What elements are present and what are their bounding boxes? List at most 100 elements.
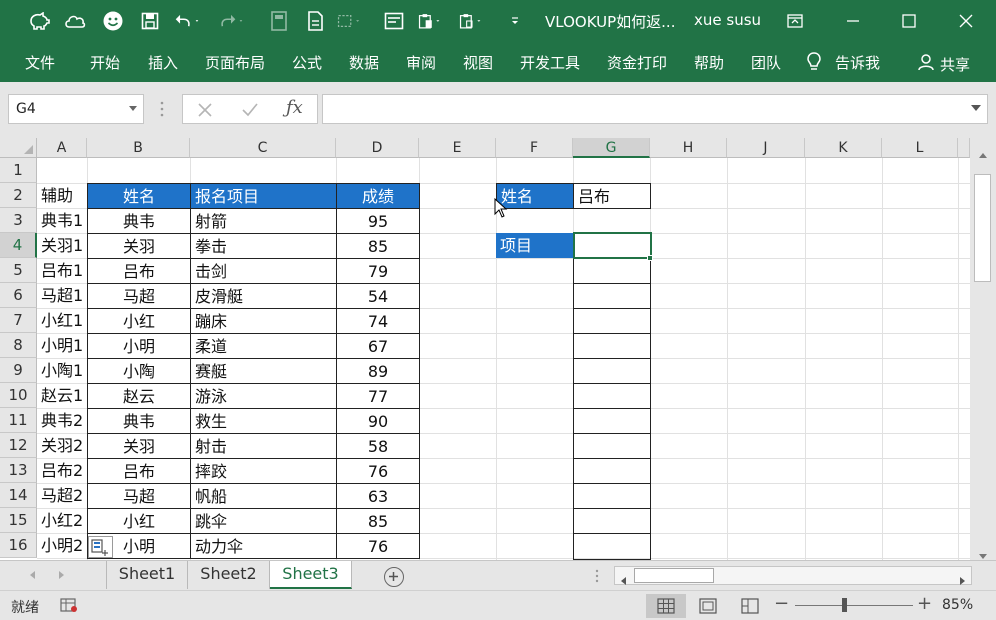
cell-name[interactable]: 吕布: [87, 258, 191, 284]
paste-special-icon[interactable]: [459, 8, 485, 34]
cell-score[interactable]: 89: [336, 358, 420, 384]
horizontal-scrollbar[interactable]: [614, 566, 972, 585]
maximize-icon[interactable]: [894, 6, 924, 36]
paste-icon[interactable]: [418, 8, 444, 34]
cell-score[interactable]: 76: [336, 458, 420, 484]
cell-score[interactable]: 74: [336, 308, 420, 334]
cell-name[interactable]: 吕布: [87, 458, 191, 484]
select-all-corner[interactable]: [0, 138, 37, 158]
lightbulb-icon[interactable]: [806, 52, 822, 76]
normal-view-button[interactable]: [646, 594, 686, 618]
cell-helper[interactable]: 小红2: [37, 508, 87, 533]
row-header-2[interactable]: 2: [0, 183, 37, 208]
cell-name[interactable]: 关羽: [87, 233, 191, 259]
scroll-right-icon[interactable]: [959, 571, 967, 590]
sheet-tab-sheet1[interactable]: Sheet1: [106, 561, 188, 589]
zoom-in-button[interactable]: +: [917, 593, 932, 614]
tab-review[interactable]: 审阅: [406, 52, 436, 73]
cell-score[interactable]: 54: [336, 283, 420, 309]
tab-fund-print[interactable]: 资金打印: [607, 52, 667, 73]
insert-function-icon[interactable]: ƒx: [286, 97, 303, 118]
row-header-4[interactable]: 4: [0, 233, 37, 258]
cell-event[interactable]: 跳伞: [190, 508, 337, 534]
cell-event[interactable]: 击剑: [190, 258, 337, 284]
cell-event[interactable]: 摔跤: [190, 458, 337, 484]
lookup-item-label[interactable]: 项目: [496, 233, 573, 258]
cell-event[interactable]: 游泳: [190, 383, 337, 409]
cell-helper[interactable]: 小明1: [37, 333, 87, 358]
zoom-out-button[interactable]: −: [774, 593, 789, 614]
lookup-result-cell[interactable]: [573, 308, 651, 334]
row-header-11[interactable]: 11: [0, 408, 37, 433]
add-sheet-button[interactable]: [384, 567, 404, 587]
cell-score[interactable]: 58: [336, 433, 420, 459]
cell-score[interactable]: 85: [336, 233, 420, 259]
tab-developer[interactable]: 开发工具: [520, 52, 580, 73]
lookup-result-cell[interactable]: [573, 358, 651, 384]
column-header-l[interactable]: L: [882, 138, 958, 158]
lookup-result-cell[interactable]: [573, 458, 651, 484]
cloud-icon[interactable]: [62, 8, 88, 34]
cell-score[interactable]: 85: [336, 508, 420, 534]
cell-event[interactable]: 射击: [190, 433, 337, 459]
tab-data[interactable]: 数据: [349, 52, 379, 73]
zoom-slider-thumb[interactable]: [842, 598, 847, 612]
cell-score[interactable]: 79: [336, 258, 420, 284]
cell-score[interactable]: 95: [336, 208, 420, 234]
row-header-16[interactable]: 16: [0, 533, 37, 558]
cell-helper[interactable]: 马超2: [37, 483, 87, 508]
row-header-7[interactable]: 7: [0, 308, 37, 333]
column-header-e[interactable]: E: [419, 138, 496, 158]
horizontal-scroll-thumb[interactable]: [634, 568, 714, 583]
cell-helper[interactable]: 关羽2: [37, 433, 87, 458]
column-header-j[interactable]: J: [727, 138, 805, 158]
column-header-c[interactable]: C: [190, 138, 336, 158]
column-header-f[interactable]: F: [496, 138, 573, 158]
sheet-tab-sheet3[interactable]: Sheet3: [270, 561, 352, 589]
tell-me-search[interactable]: 告诉我: [835, 52, 880, 73]
lookup-result-cell[interactable]: [573, 533, 651, 560]
expand-formula-bar-icon[interactable]: [971, 105, 981, 111]
cell-name[interactable]: 马超: [87, 483, 191, 509]
ribbon-display-options-icon[interactable]: [780, 6, 810, 36]
cell-name[interactable]: 典韦: [87, 408, 191, 434]
cell-helper[interactable]: 典韦1: [37, 208, 87, 233]
tab-insert[interactable]: 插入: [148, 52, 178, 73]
cell-helper[interactable]: 小陶1: [37, 358, 87, 383]
share-button[interactable]: 共享: [940, 54, 970, 75]
tab-page-layout[interactable]: 页面布局: [205, 52, 265, 73]
cell-score[interactable]: 77: [336, 383, 420, 409]
cell-helper[interactable]: 小红1: [37, 308, 87, 333]
tab-file[interactable]: 文件: [25, 52, 55, 73]
lookup-result-cell[interactable]: [573, 483, 651, 509]
cancel-icon[interactable]: [197, 102, 213, 122]
tab-split-handle-icon[interactable]: [594, 567, 600, 589]
cell-helper[interactable]: 典韦2: [37, 408, 87, 433]
page-break-view-button[interactable]: [730, 594, 770, 618]
select-region-icon[interactable]: [337, 8, 363, 34]
vertical-scroll-thumb[interactable]: [974, 174, 991, 282]
tab-team[interactable]: 团队: [751, 52, 781, 73]
cell-helper[interactable]: 吕布1: [37, 258, 87, 283]
cell-event[interactable]: 柔道: [190, 333, 337, 359]
paste-options-button[interactable]: [88, 536, 113, 558]
cell-event[interactable]: 皮滑艇: [190, 283, 337, 309]
cell-score[interactable]: 76: [336, 533, 420, 559]
tab-formulas[interactable]: 公式: [292, 52, 322, 73]
cell-name[interactable]: 小红: [87, 308, 191, 334]
row-header-14[interactable]: 14: [0, 483, 37, 508]
column-header-partial[interactable]: [958, 138, 970, 158]
user-name[interactable]: xue susu: [694, 11, 761, 29]
cell-event[interactable]: 救生: [190, 408, 337, 434]
row-header-12[interactable]: 12: [0, 433, 37, 458]
cell-event[interactable]: 射箭: [190, 208, 337, 234]
column-header-d[interactable]: D: [336, 138, 419, 158]
smiley-feedback-icon[interactable]: [100, 8, 126, 34]
cell-helper[interactable]: 赵云1: [37, 383, 87, 408]
lookup-result-cell[interactable]: [573, 508, 651, 534]
row-header-13[interactable]: 13: [0, 458, 37, 483]
document-icon[interactable]: [302, 8, 328, 34]
minimize-icon[interactable]: [838, 6, 868, 36]
column-header-h[interactable]: H: [650, 138, 727, 158]
cell-helper[interactable]: 马超1: [37, 283, 87, 308]
